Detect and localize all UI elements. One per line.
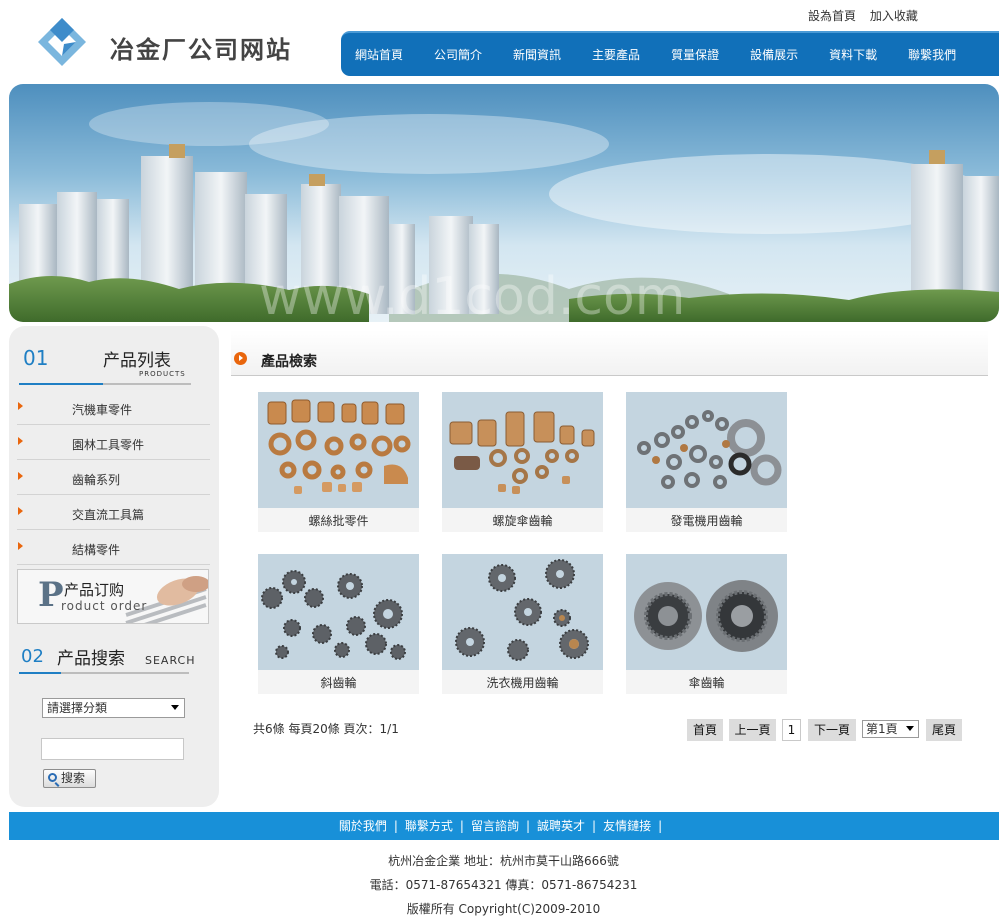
nav-item-equipment[interactable]: 設備展示 <box>750 46 798 63</box>
site-logo[interactable]: 冶金厂公司网站 <box>36 16 306 70</box>
category-item-auto-parts[interactable]: 汽機車零件 <box>17 390 210 425</box>
arrow-right-icon <box>18 437 23 445</box>
search-heading-title: 产品搜索 <box>57 649 125 669</box>
nav-item-home[interactable]: 網站首頁 <box>355 46 403 63</box>
product-name: 洗衣機用齒輪 <box>486 676 559 690</box>
products-heading-subtitle: PRODUCTS <box>139 370 186 378</box>
top-links: 設為首頁 加入收藏 <box>808 7 928 24</box>
category-item-structural[interactable]: 結構零件 <box>17 530 210 565</box>
product-order-banner[interactable]: P 产品订购 roduct order <box>17 569 209 624</box>
pager-info: 共6條 每頁20條 頁次：1/1 <box>253 722 399 736</box>
products-heading: 01 产品列表 PRODUCTS <box>19 340 201 386</box>
search-heading-underline <box>19 672 189 674</box>
footer-separator: | <box>525 819 531 833</box>
product-card[interactable]: 傘齒輪 <box>626 554 787 694</box>
nav-item-products[interactable]: 主要產品 <box>592 46 640 63</box>
set-homepage-link[interactable]: 設為首頁 <box>808 9 856 23</box>
product-image <box>442 392 603 508</box>
product-name: 傘齒輪 <box>688 676 725 690</box>
prev-page-button[interactable]: 上一頁 <box>729 719 776 741</box>
product-card[interactable]: 發電機用齒輪 <box>626 392 787 532</box>
footer-separator: | <box>658 819 663 833</box>
category-select-value: 請選擇分類 <box>47 701 108 715</box>
keyboard-hand-image <box>125 576 208 623</box>
products-heading-title: 产品列表 <box>103 351 171 371</box>
footer-separator: | <box>459 819 464 833</box>
chevron-down-icon <box>171 705 179 710</box>
sidebar: 01 产品列表 PRODUCTS 汽機車零件 園林工具零件 齒輪系列 交直流工具… <box>9 326 219 807</box>
product-image <box>626 392 787 508</box>
product-card[interactable]: 螺絲批零件 <box>258 392 419 532</box>
arrow-right-icon <box>18 507 23 515</box>
search-heading: 02 产品搜索 SEARCH <box>19 642 201 676</box>
footer-link-contact[interactable]: 聯繫方式 <box>405 819 453 833</box>
page-select[interactable]: 第1頁 <box>862 720 919 738</box>
page-select-value: 第1頁 <box>866 722 898 736</box>
main-nav: 網站首頁 公司簡介 新聞資訊 主要產品 質量保證 設備展示 資料下載 聯繫我們 <box>341 31 999 76</box>
footer-link-friends[interactable]: 友情鏈接 <box>603 819 651 833</box>
arrow-right-icon <box>18 542 23 550</box>
keyword-input[interactable] <box>41 738 184 760</box>
product-card[interactable]: 螺旋傘齒輪 <box>442 392 603 532</box>
content-header: 產品檢索 <box>231 330 988 376</box>
city-skyline-image: www.d1cod.com <box>9 102 999 322</box>
footer-link-careers[interactable]: 誠聘英才 <box>537 819 585 833</box>
search-heading-number: 02 <box>21 646 44 667</box>
nav-item-about[interactable]: 公司簡介 <box>434 46 482 63</box>
category-select[interactable]: 請選擇分類 <box>42 698 185 718</box>
banner-watermark: www.d1cod.com <box>259 267 685 322</box>
arrow-circle-icon <box>234 352 247 365</box>
products-heading-underline <box>19 383 191 385</box>
footer-links: 關於我們 | 聯繫方式 | 留言諮詢 | 誠聘英才 | 友情鏈接 | <box>9 812 999 840</box>
product-image <box>258 554 419 670</box>
next-page-button[interactable]: 下一頁 <box>808 719 856 741</box>
product-name: 斜齒輪 <box>320 676 357 690</box>
nav-item-contact[interactable]: 聯繫我們 <box>908 46 956 63</box>
search-icon <box>48 773 57 782</box>
footer-separator: | <box>592 819 597 833</box>
footer-link-about[interactable]: 關於我們 <box>339 819 387 833</box>
products-heading-number: 01 <box>23 346 49 370</box>
footer-address: 杭州冶金企業 地址：杭州市莫干山路666號 <box>388 854 619 868</box>
last-page-button[interactable]: 尾頁 <box>926 719 962 741</box>
product-name: 發電機用齒輪 <box>670 514 743 528</box>
product-name: 螺旋傘齒輪 <box>492 514 553 528</box>
search-button-label: 搜索 <box>61 771 86 785</box>
product-image <box>626 554 787 670</box>
search-button[interactable]: 搜索 <box>43 769 96 788</box>
product-card[interactable]: 洗衣機用齒輪 <box>442 554 603 694</box>
nav-item-news[interactable]: 新聞資訊 <box>513 46 561 63</box>
footer-phone: 電話：0571-87654321 傳真：0571-86754231 <box>369 878 638 892</box>
category-item-acdc-tools[interactable]: 交直流工具篇 <box>17 495 210 530</box>
order-letter-p: P <box>38 575 64 615</box>
category-item-garden-tools[interactable]: 園林工具零件 <box>17 425 210 460</box>
logo-diamond-icon <box>38 18 86 66</box>
category-list: 汽機車零件 園林工具零件 齒輪系列 交直流工具篇 結構零件 <box>17 390 210 565</box>
nav-item-downloads[interactable]: 資料下載 <box>829 46 877 63</box>
add-favorite-link[interactable]: 加入收藏 <box>870 9 918 23</box>
chevron-down-icon <box>906 726 914 731</box>
order-title: 产品订购 <box>64 581 125 599</box>
product-image <box>442 554 603 670</box>
order-subtitle: roduct order <box>61 599 148 613</box>
search-heading-subtitle: SEARCH <box>145 654 196 667</box>
first-page-button[interactable]: 首頁 <box>687 719 723 741</box>
arrow-right-icon <box>18 402 23 410</box>
footer-separator: | <box>393 819 398 833</box>
nav-item-quality[interactable]: 質量保證 <box>671 46 719 63</box>
product-card[interactable]: 斜齒輪 <box>258 554 419 694</box>
site-title: 冶金厂公司网站 <box>110 35 292 64</box>
product-name: 螺絲批零件 <box>308 514 369 528</box>
page-title: 產品檢索 <box>261 354 317 370</box>
product-image <box>258 392 419 508</box>
current-page-number[interactable]: 1 <box>782 719 801 741</box>
category-item-gears[interactable]: 齒輪系列 <box>17 460 210 495</box>
footer-copyright: 版權所有 Copyright(C)2009-2010 <box>406 902 601 916</box>
hero-banner: www.d1cod.com <box>9 84 999 322</box>
arrow-right-icon <box>18 472 23 480</box>
footer-link-message[interactable]: 留言諮詢 <box>471 819 519 833</box>
